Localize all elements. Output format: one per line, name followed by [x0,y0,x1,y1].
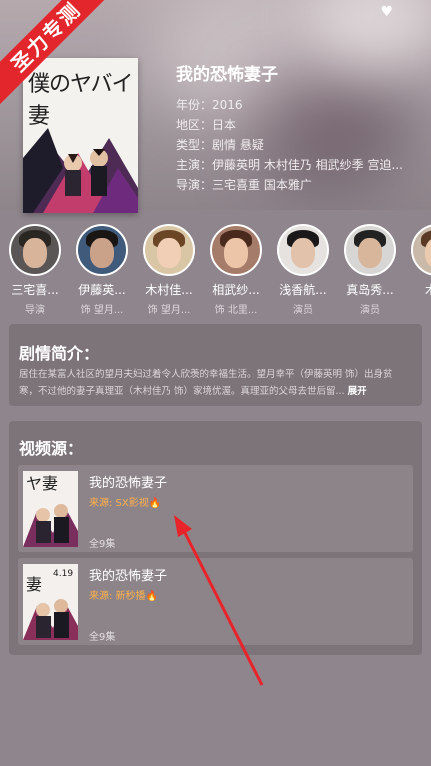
cast-name: 木村 [424,283,431,297]
avatar [9,224,61,276]
episode-count: 全9集 [89,539,116,550]
cast-member[interactable]: 相武纱... 饰 北里... [204,224,268,314]
avatar [143,224,195,276]
avatar [210,224,262,276]
movie-region: 地区：日本 [176,118,237,132]
cast-role: 饰 望月... [147,305,191,314]
synopsis-heading: 剧情简介： [19,344,100,363]
svg-text:妻: 妻 [26,575,42,594]
cast-name: 相武纱... [212,283,260,297]
cast-member[interactable]: 三宅喜... 导演 [3,224,67,314]
cast-role: 饰 北里... [214,305,258,314]
source-title: 我的恐怖妻子 [89,569,168,584]
synopsis-card: 剧情简介： 居住在某富人社区的望月夫妇过着令人欣羡的幸福生活。望月幸平（伊藤英明… [9,324,422,406]
source-title: 我的恐怖妻子 [89,476,168,491]
avatar [344,224,396,276]
expand-link[interactable]: 展开 [348,386,367,397]
cast-member[interactable]: 伊藤英... 饰 望月... [70,224,134,314]
episode-count: 全9集 [89,632,116,643]
cast-name: 浅香航... [279,283,327,297]
movie-year: 年份：2016 [176,98,243,112]
poster-title: 僕のヤバイ妻 [28,72,134,129]
svg-text:ヤ妻: ヤ妻 [26,474,58,493]
cast-name: 三宅喜... [11,283,59,297]
cast-member[interactable]: 浅香航... 演员 [271,224,335,314]
cast-name: 真岛秀... [346,283,394,297]
cast-list: 三宅喜... 导演 伊藤英... 饰 望月... 木村佳... 饰 望月... … [0,224,431,314]
annotation-arrow [174,515,264,686]
cast-role: 饰 望月... [80,305,124,314]
cast-name: 木村佳... [145,283,193,297]
source-thumbnail: ヤ妻 [23,471,78,547]
synopsis-text: 居住在某富人社区的望月夫妇过着令人欣羡的幸福生活。望月幸平（伊藤英明 饰）出身贫… [19,366,407,400]
source-provider: 来源: SX影视🔥 [89,498,162,509]
cast-role: 饰 [405,301,431,314]
avatar [411,224,431,276]
cast-member[interactable]: 木村 饰 [405,224,431,314]
movie-info: 我的恐怖妻子 年份：2016 地区：日本 类型：剧情 悬疑 主演：伊藤英明 木村… [176,60,426,195]
cast-role: 演员 [360,305,380,314]
movie-poster: 僕のヤバイ妻 [23,58,138,213]
movie-title: 我的恐怖妻子 [176,65,278,85]
source-provider: 来源: 新秒播🔥 [89,591,158,602]
movie-starring: 主演：伊藤英明 木村佳乃 相武纱季 宫迫... [176,158,403,172]
movie-director: 导演：三宅喜重 国本雅广 [176,178,312,192]
source-thumbnail: 4.19 妻 [23,564,78,640]
avatar [76,224,128,276]
heart-icon[interactable]: ♥ [380,4,393,20]
svg-text:4.19: 4.19 [53,569,73,579]
movie-genre: 类型：剧情 悬疑 [176,138,264,152]
cast-member[interactable]: 木村佳... 饰 望月... [137,224,201,314]
cast-name: 伊藤英... [78,283,126,297]
cast-role: 演员 [293,305,313,314]
cast-role: 导演 [25,305,45,314]
cast-member[interactable]: 真岛秀... 演员 [338,224,402,314]
avatar [277,224,329,276]
synopsis-body: 居住在某富人社区的望月夫妇过着令人欣羡的幸福生活。望月幸平（伊藤英明 饰）出身贫… [19,369,393,397]
sources-heading: 视频源： [19,439,84,458]
